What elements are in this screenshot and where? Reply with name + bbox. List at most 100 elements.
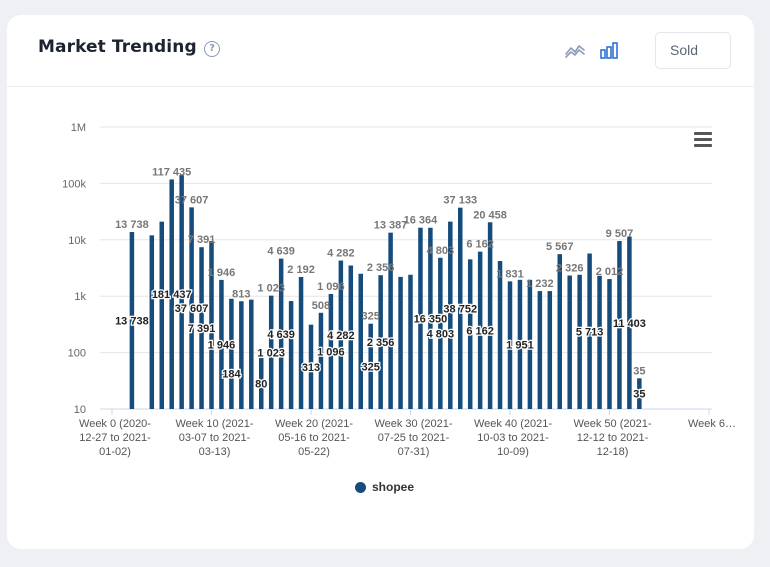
data-label: 2 192	[287, 264, 315, 276]
bar	[547, 291, 553, 409]
y-tick-label: 100k	[62, 178, 86, 190]
bar	[398, 276, 403, 409]
data-label: 9 507	[606, 228, 634, 240]
legend-marker	[355, 481, 366, 493]
bar	[149, 235, 155, 409]
data-label: 13 738	[115, 316, 149, 328]
bar	[298, 276, 304, 409]
data-label: 325	[362, 311, 380, 323]
bar	[239, 301, 244, 409]
x-tick-label: 05-16 to 2021-	[278, 432, 350, 444]
hamburger-menu-icon[interactable]	[694, 132, 712, 148]
x-tick-label: 01-02)	[99, 446, 131, 458]
x-tick-label: Week 10 (2021-	[175, 418, 253, 430]
data-label: 11 403	[613, 318, 646, 330]
card-header: Market Trending ? Sold	[7, 15, 754, 87]
x-tick-label: Week 6…	[688, 418, 736, 430]
data-label: 5 713	[576, 326, 604, 338]
bar	[408, 274, 413, 409]
data-label: 1 831	[496, 268, 524, 280]
data-label: 1 096	[317, 346, 345, 358]
bar	[557, 254, 562, 409]
data-label: 2 356	[367, 262, 395, 274]
bar	[288, 301, 294, 409]
bar	[577, 274, 582, 409]
data-label: 1 023	[257, 283, 285, 295]
metric-select[interactable]: Sold	[655, 32, 731, 69]
data-label: 13 387	[374, 220, 408, 232]
x-tick-label: 12-18)	[597, 446, 629, 458]
x-tick-label: Week 30 (2021-	[374, 418, 452, 430]
data-label: 2 012	[596, 266, 624, 278]
data-label: 117 435	[152, 166, 191, 178]
data-label: 508	[312, 300, 330, 312]
bar	[159, 221, 164, 409]
data-label: 7 391	[188, 323, 216, 335]
y-tick-label: 1M	[71, 122, 86, 134]
line-chart-view-button[interactable]	[563, 39, 587, 61]
bar	[358, 273, 363, 409]
data-label: 13 738	[115, 219, 149, 231]
data-label: 38 752	[443, 303, 477, 315]
data-label: 313	[302, 362, 320, 374]
bar	[567, 275, 572, 409]
data-label: 4 282	[327, 330, 355, 342]
data-label: 16 350	[414, 313, 448, 325]
data-label: 813	[232, 288, 250, 300]
data-label: 1 951	[506, 339, 534, 351]
data-label: 4 803	[427, 245, 455, 257]
data-label: 6 162	[466, 239, 494, 251]
data-label: 37 607	[175, 194, 209, 206]
x-tick-label: 05-22)	[298, 446, 330, 458]
data-label: 1 946	[208, 267, 236, 279]
legend-label: shopee	[372, 480, 415, 494]
x-tick-label: 03-13)	[199, 446, 231, 458]
x-tick-label: 10-03 to 2021-	[477, 432, 549, 444]
data-label: 20 458	[473, 209, 507, 221]
chart-legend[interactable]: shopee	[355, 480, 414, 494]
line-chart-icon	[565, 45, 585, 58]
bar-chart-view-button[interactable]	[597, 39, 621, 61]
data-label: 35	[633, 389, 645, 401]
data-label: 1 946	[208, 339, 236, 351]
data-label: 181 437	[152, 289, 192, 301]
x-tick-label: 07-31)	[398, 446, 430, 458]
x-tick-label: Week 40 (2021-	[474, 418, 552, 430]
data-label: 7 391	[188, 234, 216, 246]
y-tick-label: 1k	[74, 291, 86, 303]
bar-chart-icon	[600, 42, 618, 59]
bar	[497, 261, 503, 409]
bar	[229, 298, 234, 409]
data-label: 2 326	[556, 263, 584, 275]
data-label: 37 607	[175, 303, 209, 315]
bar	[597, 275, 602, 409]
x-tick-label: Week 0 (2020-	[79, 418, 151, 430]
y-tick-label: 10k	[68, 235, 86, 247]
market-trending-chart: 10 100 1k 10k 100k 1M Week 0 (2020- 12-27 to 20…	[62, 122, 736, 458]
market-trending-card: Market Trending ? Sold 10 100 1k 10k 100k 1M W…	[7, 15, 754, 549]
data-label: 1 232	[526, 278, 554, 290]
data-label: 325	[362, 361, 380, 373]
y-tick-label: 100	[68, 348, 86, 360]
data-label: 4 282	[327, 248, 355, 260]
bar	[537, 291, 543, 409]
data-label: 4 803	[427, 328, 455, 340]
data-label: 37 133	[443, 195, 477, 207]
x-tick-label: 10-09)	[497, 446, 529, 458]
data-label: 4 639	[267, 329, 295, 341]
data-label: 4 639	[267, 246, 295, 258]
data-label: 1 023	[257, 347, 285, 359]
data-label: 80	[255, 379, 267, 391]
data-label: 35	[633, 365, 645, 377]
x-tick-label: Week 50 (2021-	[573, 418, 651, 430]
data-label: 2 356	[367, 337, 395, 349]
data-label: 184	[222, 368, 241, 380]
x-tick-label: 12-27 to 2021-	[79, 432, 151, 444]
data-label: 1 096	[317, 281, 345, 293]
data-label: 5 567	[546, 241, 574, 253]
question-circle-icon[interactable]: ?	[204, 41, 220, 57]
x-tick-label: 07-25 to 2021-	[378, 432, 450, 444]
x-tick-label: Week 20 (2021-	[275, 418, 353, 430]
bar	[607, 279, 612, 409]
data-label: 16 364	[404, 215, 439, 227]
